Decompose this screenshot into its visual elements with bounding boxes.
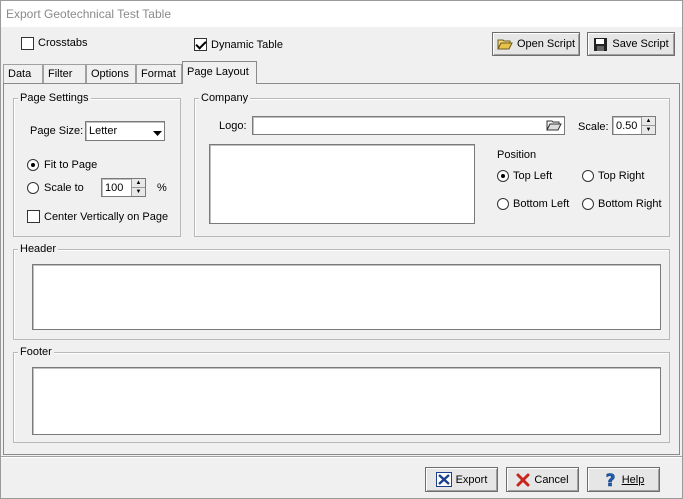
position-top-right-radio[interactable] [582,170,594,182]
spin-up-icon[interactable]: ▲ [132,179,145,187]
export-dialog: Export Geotechnical Test Table Crosstabs… [0,0,683,499]
fit-to-page-radio[interactable] [27,159,39,171]
tab-label: Format [141,68,176,80]
logo-scale-spinner[interactable]: ▲ ▼ [641,117,655,134]
cancel-label: Cancel [534,473,569,486]
open-script-label: Open Script [516,38,576,50]
scale-to-label: Scale to [44,182,84,194]
fit-to-page-label: Fit to Page [44,159,98,171]
page-size-select[interactable]: Letter [85,121,165,141]
position-label: Position [497,149,537,161]
spin-down-icon[interactable]: ▼ [642,125,655,134]
logo-scale-input[interactable]: 0.50 ▲ ▼ [612,116,656,135]
logo-scale-value: 0.50 [616,120,638,132]
cancel-button[interactable]: Cancel [506,467,579,492]
header-group: Header [13,243,670,340]
dynamic-table-checkbox[interactable] [194,38,207,51]
window-title: Export Geotechnical Test Table [1,1,682,27]
tab-label: Options [91,68,129,80]
page-size-value: Letter [89,125,118,137]
position-bottom-right-label: Bottom Right [598,198,662,210]
position-bottom-right-radio[interactable] [582,198,594,210]
logo-preview [209,144,475,224]
footer-title: Footer [18,346,54,358]
tab-format[interactable]: Format [136,64,182,83]
page-size-label: Page Size: [30,125,84,137]
footer-textarea[interactable] [32,367,661,435]
help-label: Help [621,473,645,486]
center-vertically-label: Center Vertically on Page [44,211,169,223]
center-vertically-checkbox[interactable] [27,210,40,223]
export-label: Export [455,473,488,486]
scale-percent-spinner[interactable]: ▲ ▼ [131,179,145,196]
save-script-button[interactable]: Save Script [587,32,675,56]
company-group: Company Logo: Scale: 0.50 ▲ ▼ Position T… [194,92,670,237]
spin-up-icon[interactable]: ▲ [642,117,655,125]
scale-percent-input[interactable]: 100 ▲ ▼ [101,178,146,197]
tab-label: Data [8,68,32,80]
crosstabs-label: Crosstabs [38,37,88,49]
position-bottom-left-radio[interactable] [497,198,509,210]
tab-label: Filter [48,68,73,80]
svg-text:?: ? [605,471,615,488]
tab-filter[interactable]: Filter [43,64,86,83]
folder-open-icon [497,39,513,50]
scale-percent-value: 100 [105,182,124,194]
spin-down-icon[interactable]: ▼ [132,187,145,196]
save-disk-icon [594,37,608,51]
percent-label: % [157,182,167,194]
position-bottom-left-label: Bottom Left [513,198,570,210]
header-title: Header [18,243,59,255]
logo-scale-label: Scale: [578,121,609,133]
page-settings-group: Page Settings Page Size: Letter Fit to P… [13,92,181,237]
bottom-separator [1,456,682,458]
open-script-button[interactable]: Open Script [492,32,580,56]
browse-folder-icon[interactable] [546,118,562,135]
logo-label: Logo: [219,120,247,132]
save-script-label: Save Script [612,38,669,50]
help-question-icon: ? [605,471,615,488]
page-settings-title: Page Settings [18,92,91,104]
tab-options[interactable]: Options [86,64,136,83]
tab-page-layout[interactable]: Page Layout [182,61,257,84]
export-excel-icon [435,472,452,487]
scale-to-radio[interactable] [27,182,39,194]
position-top-left-radio[interactable] [497,170,509,182]
position-top-left-label: Top Left [513,170,553,182]
tab-data[interactable]: Data [3,64,43,83]
export-button[interactable]: Export [425,467,498,492]
header-textarea[interactable] [32,264,661,330]
dynamic-table-label: Dynamic Table [211,39,283,51]
logo-path-input[interactable] [252,116,565,135]
cancel-x-icon [516,473,530,486]
position-top-right-label: Top Right [598,170,645,182]
chevron-down-icon [153,128,162,140]
crosstabs-checkbox[interactable] [21,37,34,50]
company-title: Company [199,92,251,104]
footer-group: Footer [13,346,670,443]
tab-label: Page Layout [187,66,249,78]
tab-panel: Page Settings Page Size: Letter Fit to P… [3,83,680,455]
help-button[interactable]: ? Help [587,467,660,492]
